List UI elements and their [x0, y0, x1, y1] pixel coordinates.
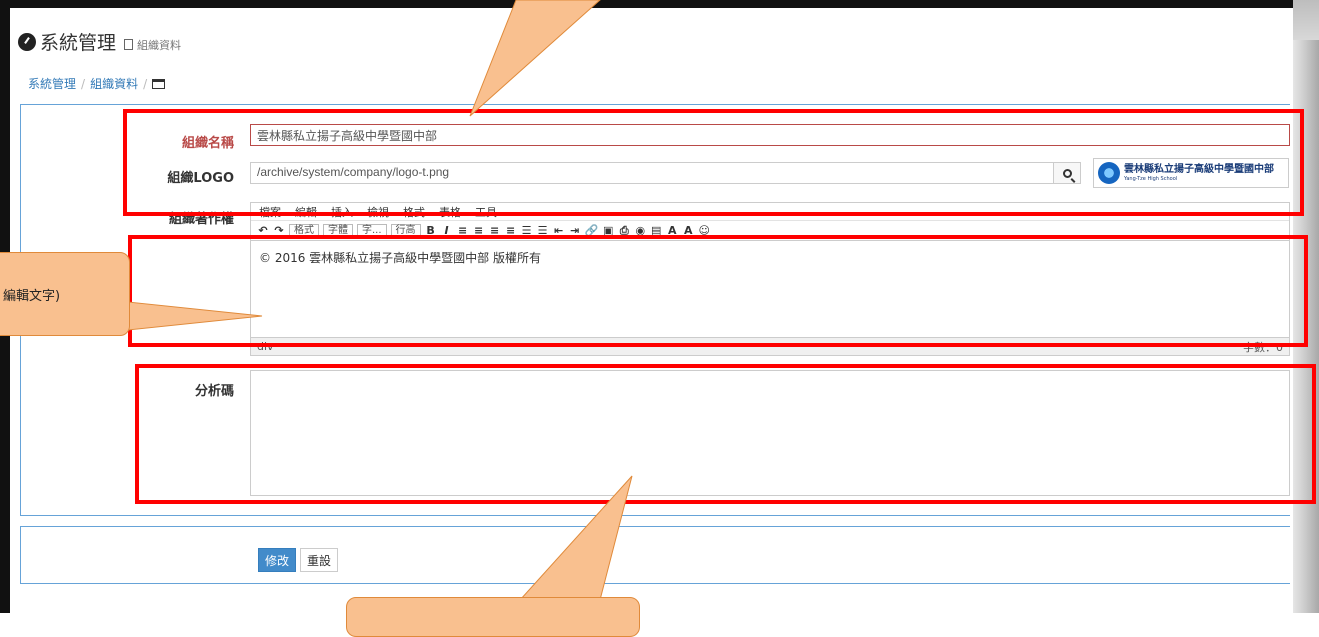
callout-left-text: 編輯文字) — [3, 288, 61, 304]
callout-bottom — [346, 597, 640, 637]
callout-pointers — [127, 0, 633, 601]
callout-left: 編輯文字) — [0, 252, 130, 336]
